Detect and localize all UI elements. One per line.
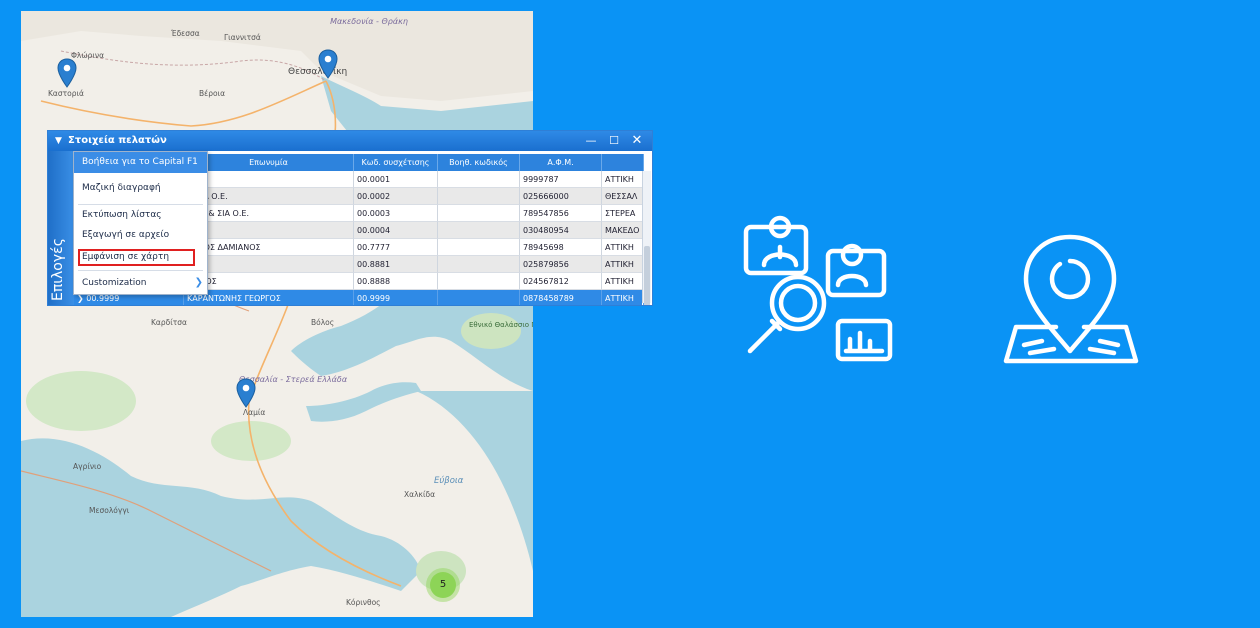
table-cell-afm: 789547856: [520, 205, 602, 222]
menu-item-bulk-delete[interactable]: Μαζική διαγραφή: [82, 183, 161, 193]
options-menu: Βοήθεια για το Capital F1 Μαζική διαγραφ…: [73, 151, 208, 295]
scrollbar-thumb[interactable]: [644, 246, 650, 305]
table-cell-code: 00.0001: [354, 171, 438, 188]
place-label: Βόλος: [311, 318, 335, 327]
vertical-scrollbar[interactable]: [642, 171, 651, 305]
minimize-icon[interactable]: —: [582, 132, 600, 150]
place-label: Μεσολόγγι: [89, 506, 130, 515]
place-label: Χαλκίδα: [404, 490, 436, 499]
table-cell-code: 00.8881: [354, 256, 438, 273]
table-cell-name: Ε.: [184, 171, 354, 188]
place-label: Βέροια: [199, 89, 226, 98]
table-cell-region: ΑΤΤΙΚΗ: [602, 171, 644, 188]
map-pin-icon[interactable]: [57, 58, 77, 88]
place-label: Εύβοια: [434, 476, 464, 486]
row-code-prefix: 00.9999: [86, 294, 120, 303]
map-pin-icon[interactable]: [236, 378, 256, 408]
column-header[interactable]: Α.Φ.Μ.: [520, 154, 602, 171]
map-location-icon: [1003, 234, 1139, 364]
table-cell-aux: [438, 256, 520, 273]
table-cell-aux: [438, 239, 520, 256]
table-cell-region: ΑΤΤΙΚΗ: [602, 290, 644, 305]
chevron-down-icon[interactable]: ▼: [55, 136, 62, 146]
menu-separator: [78, 270, 203, 271]
table-cell-name: ΟΥΛΟΣ ΔΑΜΙΑΝΟΣ: [184, 239, 354, 256]
table-cell-code: 00.7777: [354, 239, 438, 256]
table-cell-aux: [438, 290, 520, 305]
row-pointer-icon: ❯: [77, 294, 87, 303]
table-cell-name: & ΣΙΑ Ο.Ε.: [184, 188, 354, 205]
menu-item-print-list[interactable]: Εκτύπωση λίστας: [82, 210, 162, 220]
maximize-icon[interactable]: ☐: [605, 132, 623, 150]
table-cell-code: 00.0003: [354, 205, 438, 222]
place-label: Γιαννιτσά: [224, 33, 261, 42]
table-cell-region: ΑΤΤΙΚΗ: [602, 239, 644, 256]
table-cell-name: ΟΣ Ι. & ΣΙΑ Ο.Ε.: [184, 205, 354, 222]
table-cell-afm: 024567812: [520, 273, 602, 290]
table-cell-region: ΑΤΤΙΚΗ: [602, 273, 644, 290]
menu-item-show-on-map[interactable]: Εμφάνιση σε χάρτη: [82, 252, 169, 262]
close-icon[interactable]: ✕: [628, 132, 646, 150]
table-cell-afm: 9999787: [520, 171, 602, 188]
map-view[interactable]: Έδεσσα Γιαννιτσά Φλώρινα Μακεδονία - Θρά…: [21, 11, 533, 617]
place-label: Κόρινθος: [346, 598, 381, 607]
table-cell-name: ΑΗΛ: [184, 256, 354, 273]
table-cell-aux: [438, 205, 520, 222]
column-header[interactable]: Βοηθ. κωδικός: [438, 154, 520, 171]
table-cell-code: 00.0002: [354, 188, 438, 205]
column-header[interactable]: Κωδ. συσχέτισης: [354, 154, 438, 171]
table-cell-afm: 030480954: [520, 222, 602, 239]
table-cell-name: ΚΑΡΑΝΤΩΝΗΣ ΓΕΩΡΓΟΣ: [184, 290, 354, 305]
table-cell-aux: [438, 171, 520, 188]
table-cell-code: 00.0004: [354, 222, 438, 239]
table-cell-code: 00.9999: [354, 290, 438, 305]
column-header[interactable]: [602, 154, 644, 171]
table-cell-afm: 025879856: [520, 256, 602, 273]
place-label: Καρδίτσα: [151, 318, 187, 327]
map-pin-icon[interactable]: [318, 49, 338, 79]
place-label: Καστοριά: [48, 89, 84, 98]
place-label: Αγρίνιο: [73, 462, 102, 471]
table-cell-aux: [438, 188, 520, 205]
chevron-right-icon: ❯: [194, 277, 203, 288]
map-base: [21, 11, 533, 617]
menu-item-customization[interactable]: Customization: [82, 278, 146, 288]
table-cell-afm: 0878458789: [520, 290, 602, 305]
table-cell-afm: 025666000: [520, 188, 602, 205]
table-cell-name: Ε.: [184, 222, 354, 239]
side-tab-label: Επιλογές: [50, 238, 66, 301]
marker-cluster[interactable]: 5: [430, 572, 456, 598]
table-cell-region: ΣΤΕΡΕΑ: [602, 205, 644, 222]
customer-search-analytics-icon: [743, 215, 893, 362]
table-cell-code: 00.8888: [354, 273, 438, 290]
place-label: Λαμία: [243, 408, 266, 417]
table-cell-aux: [438, 273, 520, 290]
park-label: Εθνικό Θαλάσσιο Πάρκο Β. Σποράδων: [469, 321, 533, 329]
window-titlebar[interactable]: ▼ Στοιχεία πελατών — ☐ ✕: [48, 131, 652, 151]
table-cell-aux: [438, 222, 520, 239]
table-cell-region: ΘΕΣΣΑΛ: [602, 188, 644, 205]
table-cell-afm: 78945698: [520, 239, 602, 256]
region-label: Μακεδονία - Θράκη: [330, 17, 408, 26]
place-label: Έδεσσα: [171, 29, 200, 38]
column-header[interactable]: Επωνυμία: [184, 154, 354, 171]
window-title: Στοιχεία πελατών: [68, 135, 167, 146]
menu-item-export-file[interactable]: Εξαγωγή σε αρχείο: [82, 230, 169, 240]
options-side-tab[interactable]: Επιλογές: [48, 151, 74, 305]
table-cell-region: ΑΤΤΙΚΗ: [602, 256, 644, 273]
menu-separator: [78, 204, 203, 205]
table-cell-region: ΜΑΚΕΔΟ: [602, 222, 644, 239]
menu-item-help[interactable]: Βοήθεια για το Capital F1: [74, 152, 207, 173]
table-cell-name: ΔΛΕΙΟΣ: [184, 273, 354, 290]
